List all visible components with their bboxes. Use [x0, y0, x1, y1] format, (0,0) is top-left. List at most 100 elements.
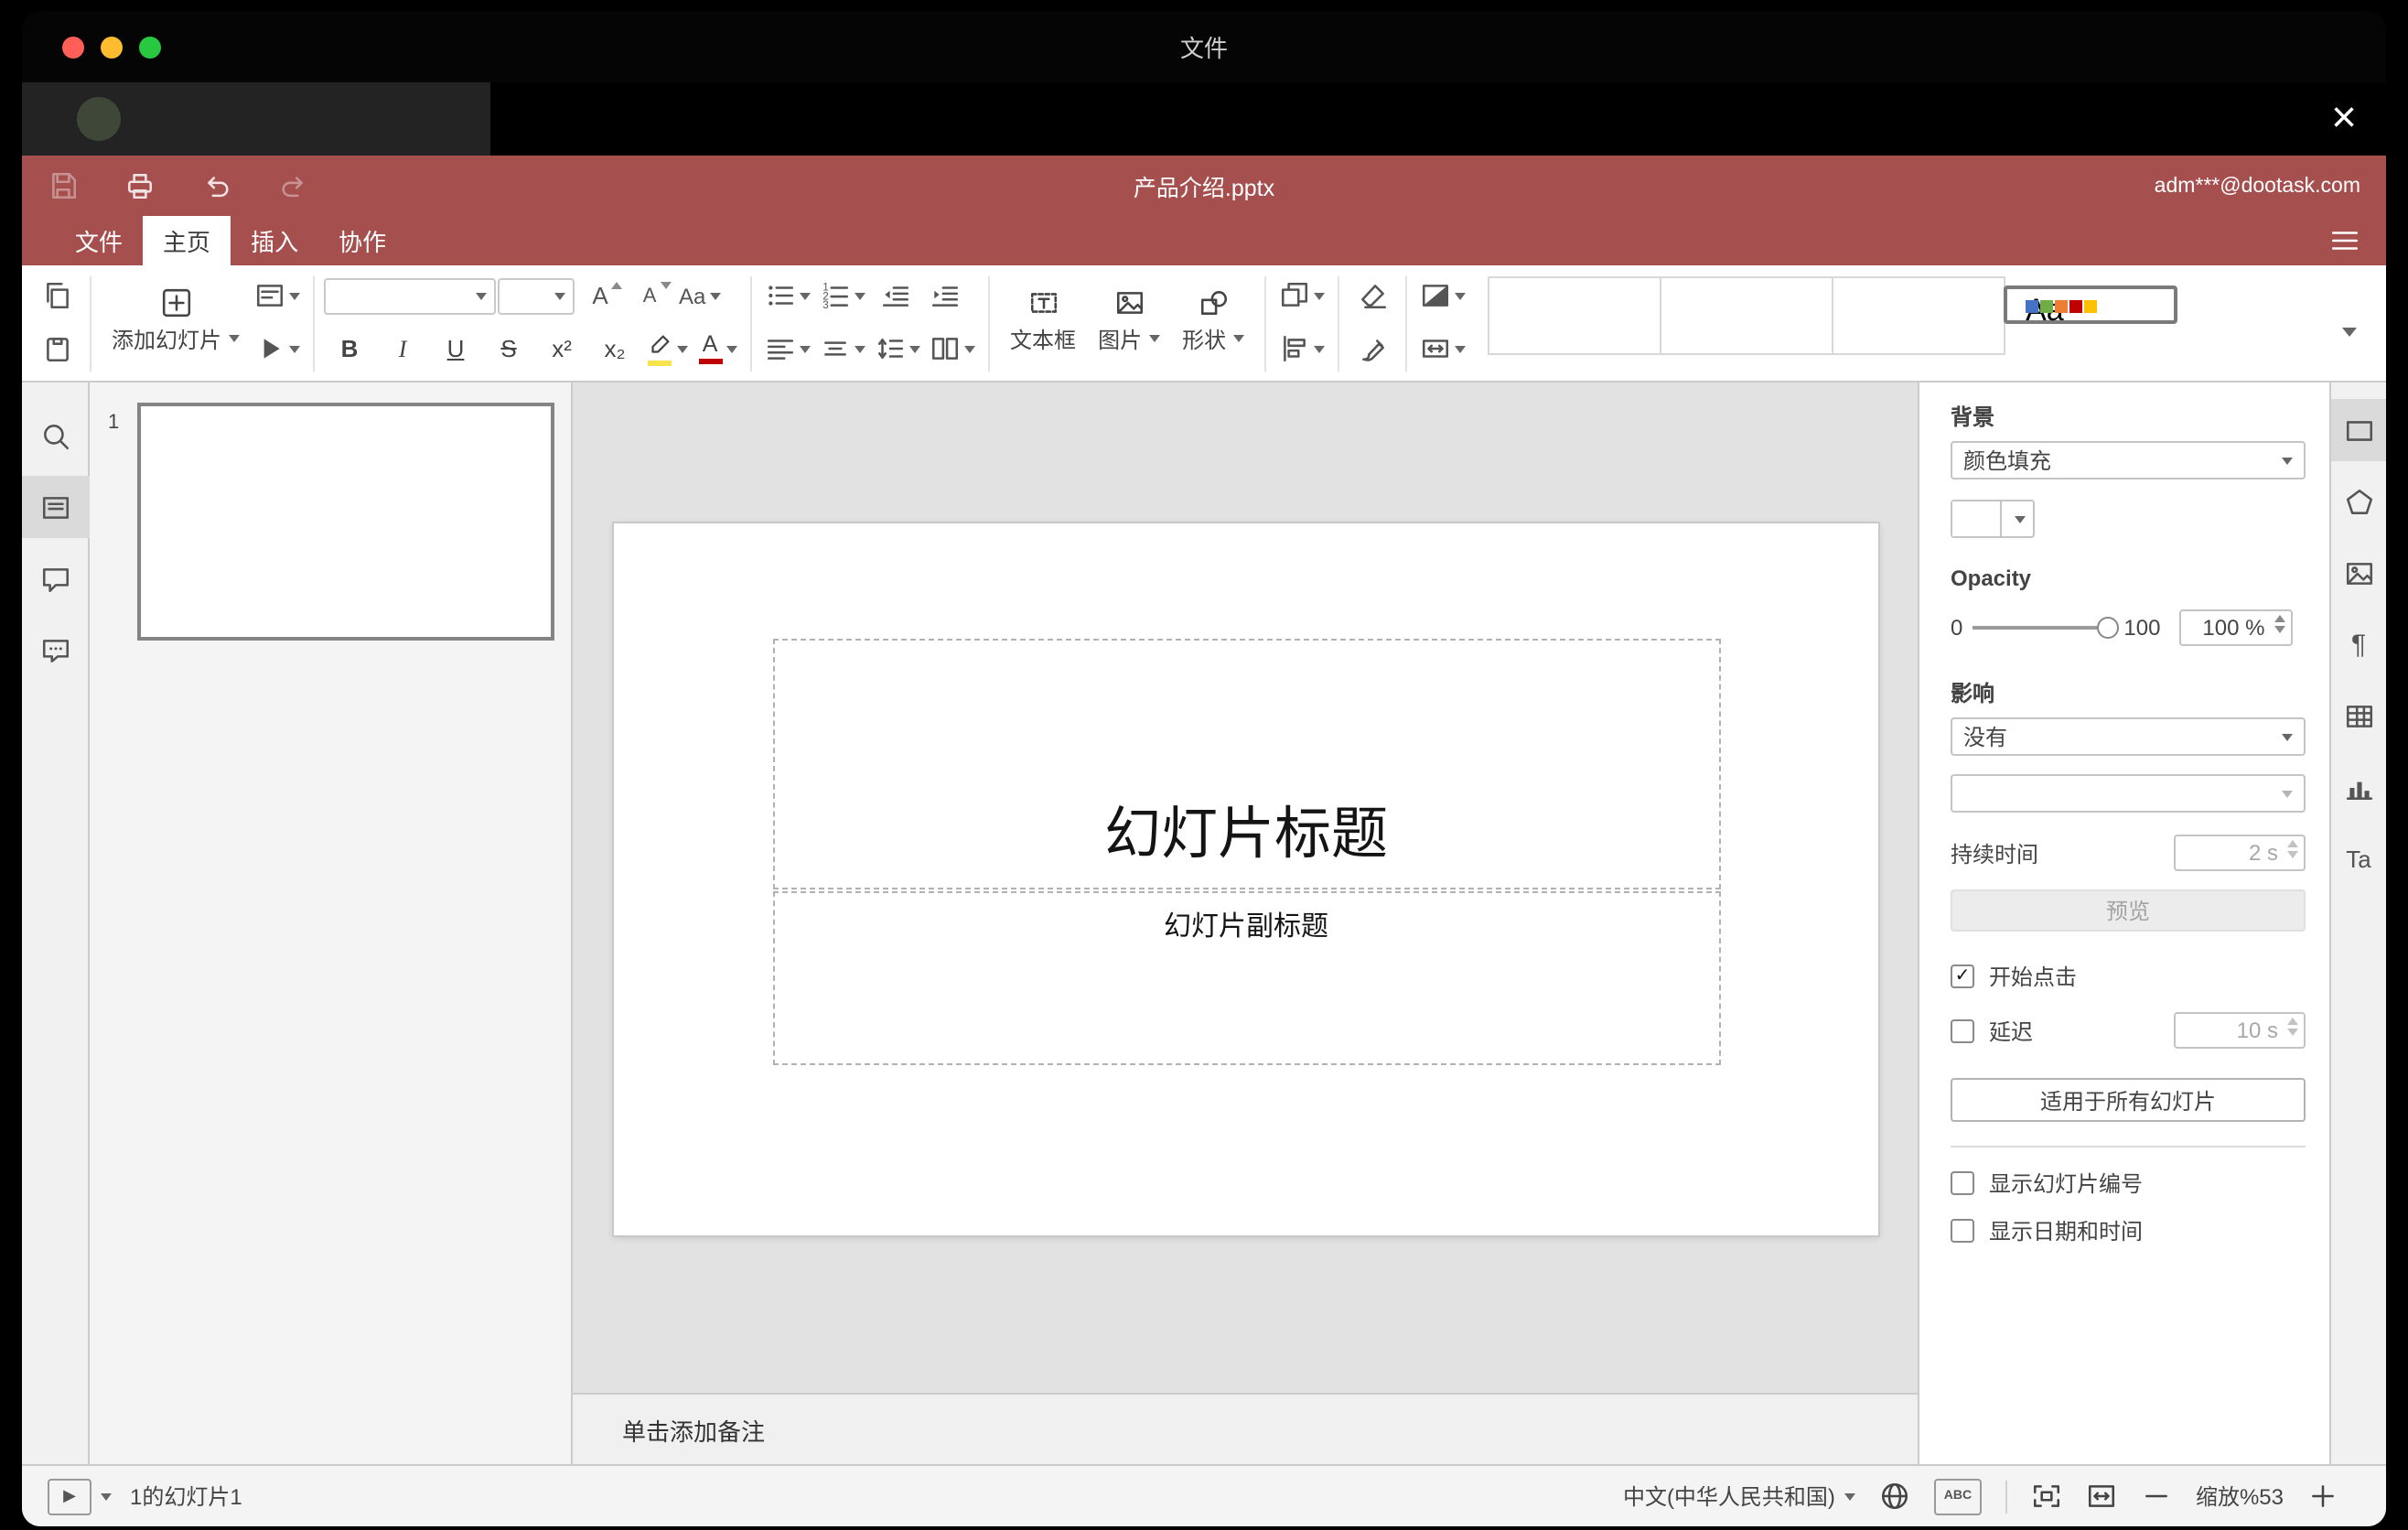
- copy-style-button[interactable]: [1349, 327, 1396, 371]
- print-button[interactable]: [124, 170, 156, 201]
- close-window-button[interactable]: [62, 36, 84, 58]
- font-size-select[interactable]: [498, 277, 575, 314]
- close-icon[interactable]: ×: [2331, 96, 2357, 141]
- comments-button[interactable]: [22, 547, 89, 609]
- change-case-label: Aa: [679, 283, 706, 308]
- change-layout-button[interactable]: [251, 274, 304, 318]
- effect-type-select-disabled[interactable]: [1951, 774, 2306, 813]
- opacity-slider[interactable]: [1972, 616, 2119, 638]
- spinner-arrows-icon[interactable]: [2274, 615, 2285, 633]
- insert-image-button[interactable]: 图片: [1087, 271, 1171, 370]
- decrease-indent-button[interactable]: [871, 274, 919, 318]
- slides-panel-button[interactable]: [22, 476, 89, 538]
- bullets-button[interactable]: [761, 274, 814, 318]
- superscript-button[interactable]: x²: [536, 327, 587, 371]
- search-button[interactable]: [22, 404, 89, 467]
- shape-settings-tab[interactable]: [2330, 470, 2386, 533]
- add-slide-button[interactable]: 添加幻灯片: [101, 271, 251, 370]
- italic-button[interactable]: I: [377, 327, 428, 371]
- theme-gallery-expand-button[interactable]: [2324, 309, 2371, 353]
- align-shape-button[interactable]: [1275, 327, 1328, 371]
- show-date-time-checkbox[interactable]: [1951, 1219, 1974, 1243]
- duration-input[interactable]: 2 s: [2174, 835, 2306, 871]
- theme-tile-2[interactable]: [1660, 276, 1834, 355]
- notes-area[interactable]: 单击添加备注: [573, 1393, 1918, 1464]
- show-slide-number-checkbox[interactable]: [1951, 1171, 1974, 1195]
- underline-button[interactable]: U: [430, 327, 481, 371]
- tab-collaboration[interactable]: 协作: [318, 216, 406, 265]
- zoom-out-button[interactable]: [2141, 1481, 2172, 1512]
- title-placeholder[interactable]: 幻灯片标题: [772, 639, 1720, 889]
- chevron-down-icon: [554, 292, 566, 299]
- slide-1-thumbnail[interactable]: [137, 403, 554, 641]
- clear-style-button[interactable]: [1349, 274, 1396, 318]
- arrange-shape-button[interactable]: [1275, 274, 1328, 318]
- redo-button[interactable]: [278, 170, 309, 201]
- line-spacing-button[interactable]: [871, 327, 924, 371]
- theme-tile-3[interactable]: [1832, 276, 2006, 355]
- columns-button[interactable]: [926, 327, 979, 371]
- chevron-down-icon: [800, 292, 812, 299]
- numbering-button[interactable]: 123: [816, 274, 869, 318]
- theme-tile-1[interactable]: [1488, 276, 1662, 355]
- effect-label: 影响: [1951, 681, 1995, 706]
- insert-shape-button[interactable]: 形状: [1171, 271, 1255, 370]
- start-slideshow-button[interactable]: [251, 327, 304, 371]
- textart-icon: Ta: [2346, 845, 2371, 872]
- increase-font-button[interactable]: A: [576, 274, 624, 318]
- table-settings-tab[interactable]: [2330, 684, 2386, 747]
- delay-checkbox[interactable]: [1951, 1018, 1974, 1042]
- vertical-align-button[interactable]: [816, 327, 869, 371]
- font-color-button[interactable]: A: [693, 327, 741, 371]
- chart-settings-tab[interactable]: [2330, 756, 2386, 818]
- undo-button[interactable]: [201, 170, 232, 201]
- feedback-button[interactable]: [22, 619, 89, 681]
- bold-button[interactable]: B: [324, 327, 375, 371]
- slide-fill-button[interactable]: [1416, 274, 1469, 318]
- paragraph-settings-tab[interactable]: ¶: [2330, 613, 2386, 675]
- zoom-window-button[interactable]: [139, 36, 161, 58]
- insert-textbox-button[interactable]: 文本框: [999, 271, 1087, 370]
- spellcheck-button[interactable]: ABC: [1933, 1478, 1982, 1514]
- start-slideshow-status-button[interactable]: ▶: [48, 1478, 112, 1514]
- textart-settings-tab[interactable]: Ta: [2330, 827, 2386, 889]
- fill-type-select[interactable]: 颜色填充: [1951, 441, 2306, 479]
- slide[interactable]: 幻灯片标题 幻灯片副标题: [613, 523, 1877, 1235]
- subtitle-placeholder[interactable]: 幻灯片副标题: [772, 891, 1720, 1065]
- save-button[interactable]: [48, 170, 79, 201]
- tab-insert[interactable]: 插入: [231, 216, 318, 265]
- image-settings-tab[interactable]: [2330, 542, 2386, 604]
- delay-input[interactable]: 10 s: [2174, 1012, 2306, 1049]
- fit-slide-button[interactable]: [2031, 1481, 2062, 1512]
- show-date-time-row: 显示日期和时间: [1951, 1215, 2306, 1246]
- preview-button[interactable]: 预览: [1951, 889, 2306, 932]
- change-case-button[interactable]: Aa: [675, 274, 724, 318]
- subscript-button[interactable]: x₂: [589, 327, 640, 371]
- tab-file[interactable]: 文件: [55, 216, 143, 265]
- opacity-spinner[interactable]: 100 %: [2178, 609, 2293, 646]
- effect-select[interactable]: 没有: [1951, 717, 2306, 756]
- highlight-color-button[interactable]: [642, 327, 692, 371]
- font-name-select[interactable]: [324, 277, 497, 314]
- paste-button[interactable]: [33, 327, 81, 371]
- start-on-click-checkbox[interactable]: ✓: [1951, 964, 1974, 988]
- document-language-button[interactable]: [1879, 1481, 1910, 1512]
- tab-home[interactable]: 主页: [143, 216, 231, 265]
- minimize-window-button[interactable]: [101, 36, 123, 58]
- strikeout-button[interactable]: S: [483, 327, 534, 371]
- horizontal-align-button[interactable]: [761, 327, 814, 371]
- fit-width-button[interactable]: [2086, 1481, 2117, 1512]
- fill-color-picker[interactable]: [1951, 500, 2035, 538]
- slide-settings-tab[interactable]: [2330, 399, 2386, 461]
- decrease-font-button[interactable]: A: [626, 274, 673, 318]
- apply-to-all-button[interactable]: 适用于所有幻灯片: [1951, 1078, 2306, 1122]
- zoom-in-button[interactable]: [2307, 1481, 2338, 1512]
- slide-size-button[interactable]: [1416, 327, 1469, 371]
- increase-indent-button[interactable]: [920, 274, 968, 318]
- toolbar-separator: [750, 276, 753, 372]
- view-settings-button[interactable]: [2329, 216, 2360, 265]
- language-select[interactable]: 中文(中华人民共和国): [1623, 1481, 1855, 1512]
- slider-knob[interactable]: [2096, 616, 2119, 638]
- copy-button[interactable]: [33, 274, 81, 318]
- theme-tile-4-selected[interactable]: Aa: [2004, 286, 2178, 328]
